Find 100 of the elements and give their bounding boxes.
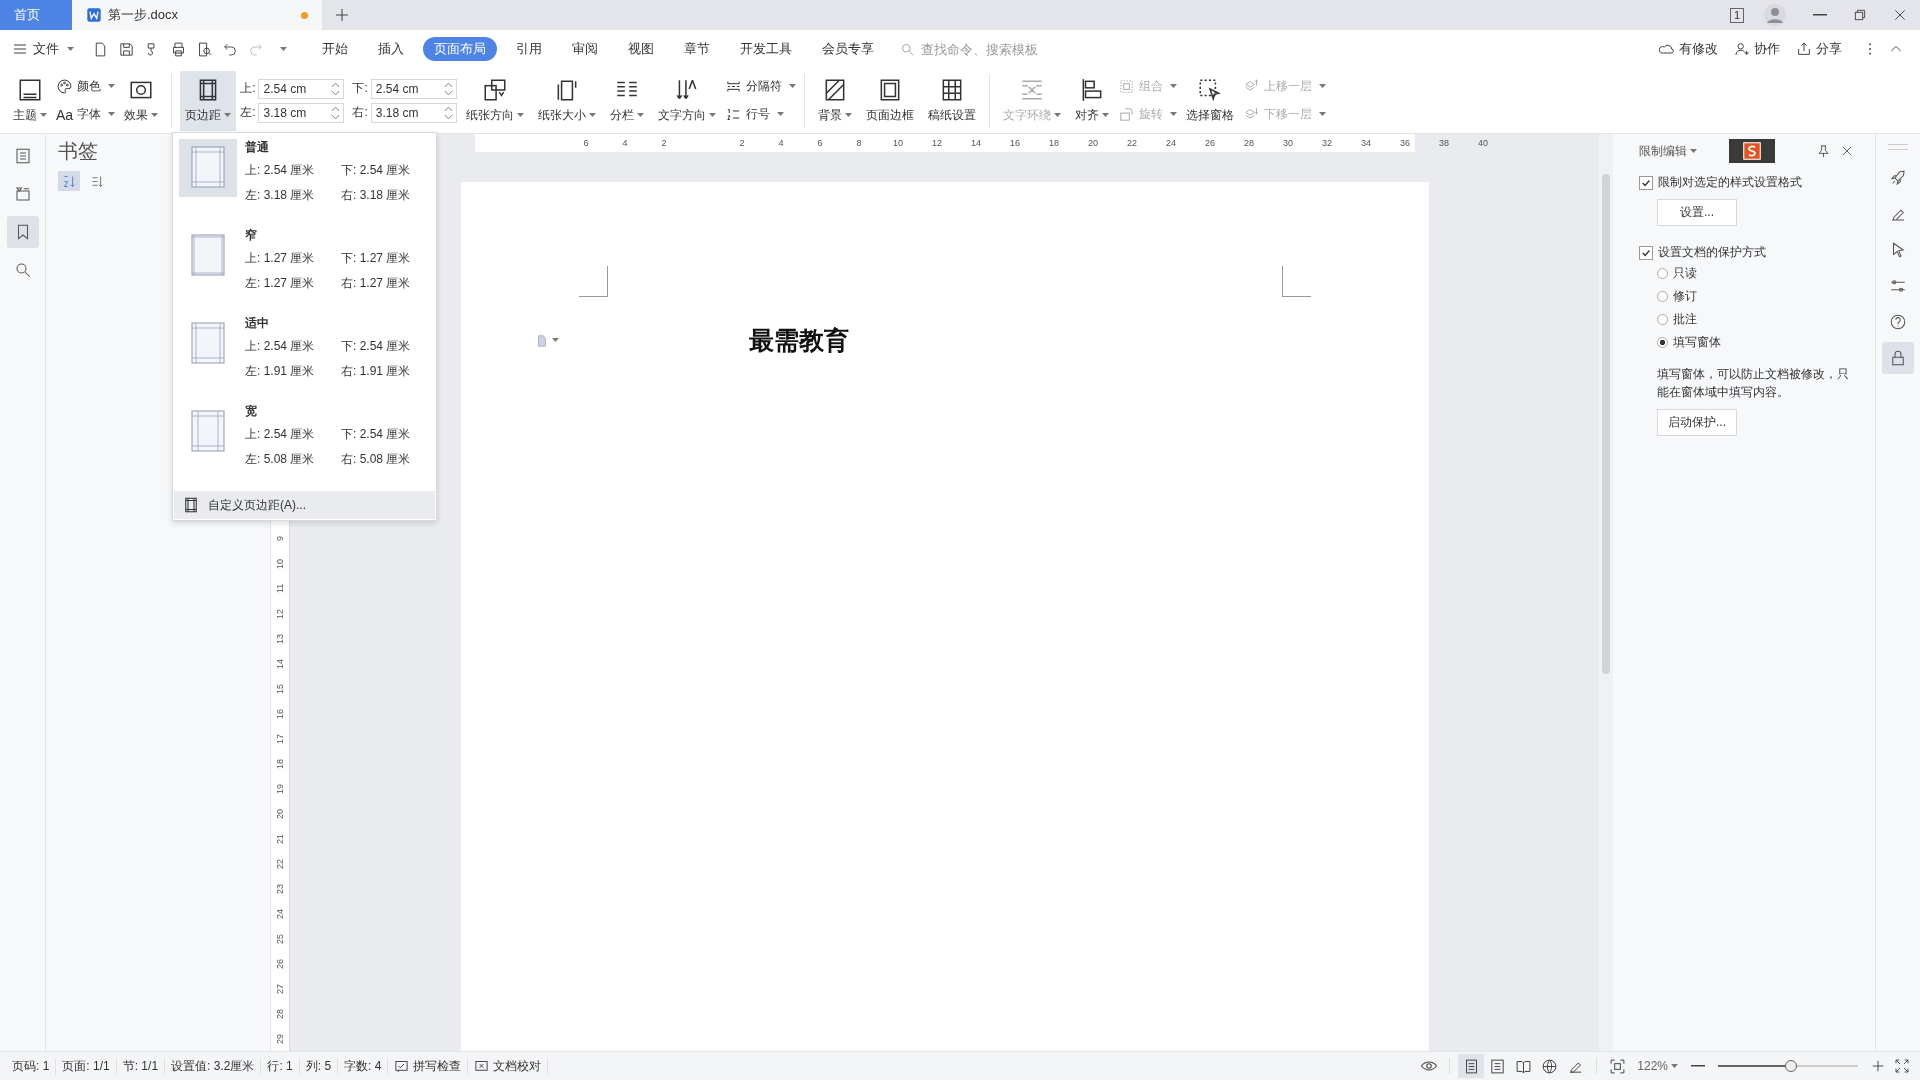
margin-value: 上: 2.54 厘米 [245,426,316,443]
ribbon-tab[interactable]: 引用 [505,37,553,61]
ribbon-button[interactable]: 稿纸设置 [922,70,981,131]
minus-icon [1691,1065,1705,1067]
view-mode-button[interactable] [1458,1054,1485,1078]
settings-button[interactable]: 设置... [1657,199,1737,226]
side-tool-button[interactable] [6,216,39,248]
start-protection-button[interactable]: 启动保护... [1657,409,1737,436]
file-menu-button[interactable]: 文件 [12,40,74,58]
spell-icon [394,1058,410,1074]
ruler-number: 30 [1282,138,1294,148]
ribbon-tab[interactable]: 章节 [673,37,721,61]
header-action-button[interactable]: 分享 [1796,40,1842,58]
preset-name: 适中 [245,315,270,332]
margin-spinner[interactable]: 3.18 cm [370,102,457,123]
ribbon-tab[interactable]: 插入 [367,37,415,61]
status-button[interactable]: 拼写检查 [388,1057,469,1075]
status-text: 列: 5 [299,1057,339,1075]
margin-value: 右: 1.27 厘米 [341,275,412,292]
ribbon-tab[interactable]: 开始 [311,37,359,61]
side-tool-button[interactable] [1882,342,1914,374]
lock-icon [1889,349,1907,367]
radio-button[interactable] [1657,291,1668,302]
ribbon-button[interactable]: 分隔符 [724,75,796,98]
ribbon-tab[interactable]: 视图 [617,37,665,61]
ruler-number: 11 [275,582,285,596]
rotate-icon [1117,106,1135,123]
ribbon-tab[interactable]: 开发工具 [729,37,803,61]
ruler-number: 22 [275,857,285,871]
nav-icon [13,185,32,203]
document-heading: 最需教育 [748,326,849,356]
header-action-button[interactable]: 协作 [1734,40,1780,58]
slider-thumb[interactable] [1784,1060,1797,1072]
radio-button[interactable] [1657,314,1668,325]
group-icon [1117,78,1135,95]
ribbon-button[interactable]: 页边距 [180,70,237,131]
custom-margins-item[interactable]: 自定义页边距(A)... [174,491,435,519]
radio-button[interactable] [1657,268,1668,279]
margin-spinner[interactable]: 2.54 cm [258,78,345,99]
ribbon-button[interactable]: 文字方向 [652,70,721,131]
margin-spinner[interactable]: 2.54 cm [370,78,457,99]
ribbon-button[interactable]: 背景 [812,70,857,131]
margin-preset[interactable]: 普通 上: 2.54 厘米 下: 2.54 厘米 左: 3.18 厘米 右: 3.18 厘米 [173,133,436,221]
ribbon-button[interactable]: 颜色 [56,75,116,98]
zoom-slider[interactable] [1718,1059,1858,1073]
ruler-number: 15 [275,682,285,696]
margin-preset[interactable]: 适中 上: 2.54 厘米 下: 2.54 厘米 左: 1.91 厘米 右: 1.91 厘米 [173,309,436,397]
save-icon [117,40,135,58]
ribbon-button[interactable]: 行号 [724,103,796,126]
status-text: 行: 1 [261,1057,300,1075]
fullscreen-icon [1894,1058,1910,1074]
ribbon-button[interactable]: 效果 [119,70,164,131]
ribbon-button[interactable]: 纸张大小 [532,70,601,131]
ribbon-tab[interactable]: 页面布局 [423,37,497,61]
ribbon-button[interactable]: 主题 [8,70,52,131]
ribbon-tab[interactable]: 审阅 [561,37,609,61]
preset-name: 窄 [245,227,258,244]
pane-title: 书签 [58,139,98,164]
zoom-dropdown[interactable]: 122% [1637,1059,1678,1073]
margin-value: 左: 1.27 厘米 [245,275,316,292]
ruler-number: 32 [1321,138,1333,148]
checkbox[interactable] [1639,175,1653,190]
ribbon-button[interactable]: 对齐 [1069,70,1114,131]
ruler-number: 18 [1048,138,1060,148]
ruler-number: 28 [275,1007,285,1021]
ruler-number: 18 [275,757,285,771]
vertical-scrollbar[interactable] [1599,134,1613,1051]
status-button[interactable]: 文档校对 [468,1057,549,1075]
ribbon-button[interactable]: 选择窗格 [1180,70,1239,131]
margin-value: 下: 2.54 厘米 [341,426,412,443]
ruler-number: 29 [275,1032,285,1046]
ribbon-button[interactable]: 分栏 [604,70,649,131]
ribbon-button[interactable]: Aa 字体 [56,103,116,126]
panel-title[interactable]: 限制编辑 [1639,142,1697,160]
plus-icon [1870,1058,1886,1074]
margin-value: 右: 5.08 厘米 [341,451,412,468]
ribbon-tab[interactable]: 会员专享 [811,37,885,61]
document-tab[interactable]: 首页 [0,0,72,30]
ruler-number: 12 [931,138,943,148]
ribbon-button[interactable]: 页面边框 [860,70,919,131]
restore-icon [1852,7,1868,23]
header-action-button[interactable]: 有修改 [1659,40,1718,58]
checkbox[interactable] [1639,245,1653,260]
margin-value: 右: 3.18 厘米 [341,187,412,204]
ruler-number: 20 [1087,138,1099,148]
window-count-badge[interactable]: 1 [1729,7,1744,23]
radio-button[interactable] [1657,337,1668,348]
document-tab[interactable]: 第一步.docx [72,0,322,30]
avatar-icon[interactable] [1764,4,1786,26]
ribbon-button[interactable]: 纸张方向 [460,70,529,131]
plus-icon [333,6,351,24]
margin-preset[interactable]: 窄 上: 1.27 厘米 下: 1.27 厘米 左: 1.27 厘米 右: 1.27 厘米 [173,221,436,309]
status-text: 页码: 1 [6,1057,57,1075]
margin-preset[interactable]: 宽 上: 2.54 厘米 下: 2.54 厘米 左: 5.08 厘米 右: 5.08 厘米 [173,397,436,485]
share-icon [1796,41,1812,57]
margin-value: 下: 1.27 厘米 [341,250,412,267]
margin-corner-mark [1281,266,1311,297]
margin-label: 左: [240,104,256,121]
input-method-toolbar[interactable] [1729,139,1775,163]
margin-spinner[interactable]: 3.18 cm [258,102,345,123]
